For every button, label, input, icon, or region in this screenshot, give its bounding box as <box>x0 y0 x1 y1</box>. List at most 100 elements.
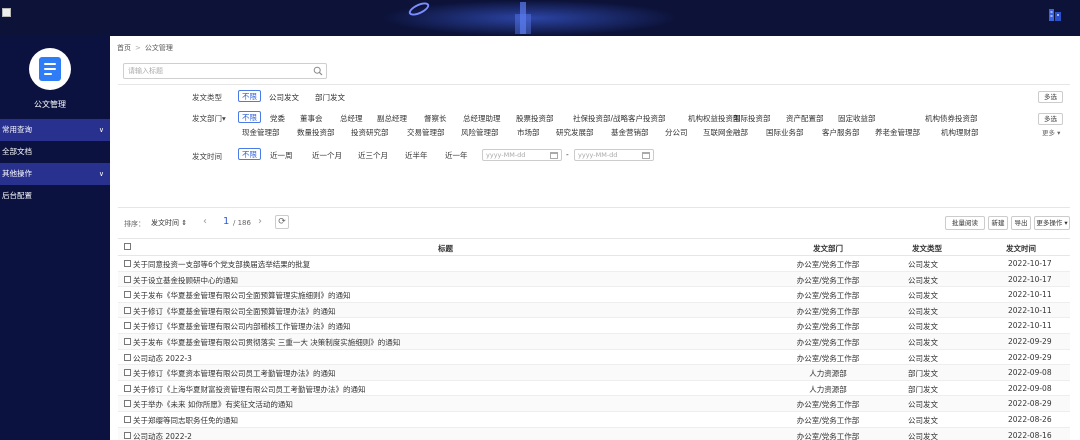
sidebar-item-1[interactable]: 全部文档 <box>0 141 110 163</box>
table-row[interactable]: 关于同意投资一支部等6个党支部换届选举结果的批复 办公室/党务工作部 公司发文 202… <box>118 256 1070 272</box>
row-checkbox[interactable] <box>124 369 131 377</box>
total-pages: / 186 <box>233 219 251 227</box>
dept-option[interactable]: 分公司 <box>665 127 688 138</box>
dept-option[interactable]: 国际业务部 <box>766 127 804 138</box>
table-row[interactable]: 关于发布《华夏基金管理有限公司贯彻落实 三重一大 决策制度实施细则》的通知 办公室… <box>118 333 1070 350</box>
table-row[interactable]: 关于修订《华夏资本管理有限公司员工考勤管理办法》的通知 人力资源部 部门发文 2022… <box>118 365 1070 381</box>
table-row[interactable]: 关于修订《华夏基金管理有限公司内部稽核工作管理办法》的通知 办公室/党务工作部 公司… <box>118 318 1070 334</box>
dept-option[interactable]: 数量投资部 <box>297 127 335 138</box>
search-input[interactable] <box>124 64 304 78</box>
doc-type-option[interactable]: 不限 <box>238 90 261 102</box>
dept-option[interactable]: 研究发展部 <box>556 127 594 138</box>
prev-page-button[interactable]: ‹ <box>203 216 207 227</box>
row-checkbox[interactable] <box>124 384 131 392</box>
dept-option[interactable]: 总经理助理 <box>463 113 501 124</box>
dept-option[interactable]: 社保投资部/战略客户投资部 <box>573 113 666 124</box>
table-row[interactable]: 关于举办《未来 如你所愿》有奖征文活动的通知 办公室/党务工作部 公司发文 2022-… <box>118 396 1070 412</box>
dept-option[interactable]: 总经理 <box>340 113 363 124</box>
current-page[interactable]: 1 <box>223 216 229 227</box>
row-checkbox[interactable] <box>124 306 131 314</box>
building-icon <box>1049 9 1061 21</box>
start-date-input[interactable]: yyyy-MM-dd <box>482 149 562 161</box>
row-title-link[interactable]: 公司动态 2022-2 <box>133 431 773 440</box>
row-checkbox[interactable] <box>124 400 131 408</box>
dept-option[interactable]: 风险管理部 <box>461 127 499 138</box>
time-option[interactable]: 近三个月 <box>358 150 388 161</box>
dept-option[interactable]: 董事会 <box>300 113 323 124</box>
dept-option[interactable]: 互联网金融部 <box>703 127 748 138</box>
export-button[interactable]: 导出 <box>1011 216 1031 230</box>
filter-dept-label[interactable]: 发文部门▾ <box>192 113 226 124</box>
sidebar-item-3[interactable]: 后台配置 <box>0 185 110 207</box>
list-toolbar: 排序： 发文时间 ⇕ ‹ 1 / 186 › ⟳ 批量阅读 新建 导出 更多操作… <box>118 213 1070 233</box>
doc-type-option[interactable]: 公司发文 <box>269 92 299 103</box>
new-button[interactable]: 新建 <box>988 216 1008 230</box>
table-row[interactable]: 关于修订《华夏基金管理有限公司全面预算管理办法》的通知 办公室/党务工作部 公司发文… <box>118 302 1070 319</box>
dept-option-all[interactable]: 不限 <box>238 111 261 123</box>
row-checkbox[interactable] <box>124 322 131 330</box>
row-checkbox[interactable] <box>124 353 131 361</box>
dept-option[interactable]: 养老金管理部 <box>875 127 920 138</box>
sidebar-item-0[interactable]: 常用查询 ∨ <box>0 119 110 141</box>
row-title-link[interactable]: 公司动态 2022-3 <box>133 353 773 364</box>
dept-option[interactable]: 督察长 <box>424 113 447 124</box>
dept-option[interactable]: 交易管理部 <box>407 127 445 138</box>
time-option[interactable]: 近一周 <box>270 150 293 161</box>
doc-type-multi-button[interactable]: 多选 <box>1038 91 1063 103</box>
select-all-checkbox[interactable] <box>124 243 131 250</box>
table-row[interactable]: 公司动态 2022-2 办公室/党务工作部 公司发文 2022-08-16 <box>118 427 1070 440</box>
row-title-link[interactable]: 关于修订《华夏基金管理有限公司全面预算管理办法》的通知 <box>133 306 773 317</box>
row-checkbox[interactable] <box>124 291 131 299</box>
dept-option[interactable]: 现金管理部 <box>242 127 280 138</box>
row-title-link[interactable]: 关于发布《华夏基金管理有限公司全面预算管理实施细则》的通知 <box>133 290 773 301</box>
doc-type-option[interactable]: 部门发文 <box>315 92 345 103</box>
dept-option[interactable]: 固定收益部 <box>838 113 876 124</box>
time-option[interactable]: 近半年 <box>405 150 428 161</box>
dept-more-toggle[interactable]: 更多 ▾ <box>1042 127 1060 137</box>
row-checkbox[interactable] <box>124 431 131 439</box>
search-icon[interactable] <box>313 66 323 76</box>
dept-option[interactable]: 机构债券投资部 <box>925 113 978 124</box>
row-checkbox[interactable] <box>124 260 131 267</box>
end-date-input[interactable]: yyyy-MM-dd <box>574 149 654 161</box>
table-row[interactable]: 关于郑缨等同志职务任免的通知 办公室/党务工作部 公司发文 2022-08-26 <box>118 412 1070 428</box>
time-option[interactable]: 近一个月 <box>312 150 342 161</box>
row-checkbox[interactable] <box>124 337 131 345</box>
row-title-link[interactable]: 关于设立基金投顾研中心的通知 <box>133 275 773 286</box>
breadcrumb-home[interactable]: 首页 <box>117 44 131 52</box>
row-title-link[interactable]: 关于修订《华夏资本管理有限公司员工考勤管理办法》的通知 <box>133 368 773 379</box>
table-row[interactable]: 关于发布《华夏基金管理有限公司全面预算管理实施细则》的通知 办公室/党务工作部 公司… <box>118 287 1070 303</box>
dept-option[interactable]: 投资研究部 <box>351 127 389 138</box>
dept-option[interactable]: 客户服务部 <box>822 127 860 138</box>
row-checkbox[interactable] <box>124 275 131 283</box>
row-title-link[interactable]: 关于修订《华夏基金管理有限公司内部稽核工作管理办法》的通知 <box>133 321 773 332</box>
table-row[interactable]: 关于设立基金投顾研中心的通知 办公室/党务工作部 公司发文 2022-10-17 <box>118 271 1070 288</box>
table-row[interactable]: 公司动态 2022-3 办公室/党务工作部 公司发文 2022-09-29 <box>118 350 1070 366</box>
row-type: 公司发文 <box>908 415 938 425</box>
time-option[interactable]: 不限 <box>238 148 261 160</box>
sidebar-item-2[interactable]: 其他操作 ∨ <box>0 163 110 185</box>
dept-option[interactable]: 资产配置部 <box>786 113 824 124</box>
row-title-link[interactable]: 关于举办《未来 如你所愿》有奖征文活动的通知 <box>133 399 773 410</box>
time-option[interactable]: 近一年 <box>445 150 468 161</box>
table-row[interactable]: 关于修订《上海华夏财富投资管理有限公司员工考勤管理办法》的通知 人力资源部 部门发文… <box>118 381 1070 397</box>
dept-option[interactable]: 市场部 <box>517 127 540 138</box>
dept-option[interactable]: 股票投资部 <box>516 113 554 124</box>
dept-multi-button[interactable]: 多选 <box>1038 113 1063 125</box>
next-page-button[interactable]: › <box>258 216 262 227</box>
row-title-link[interactable]: 关于修订《上海华夏财富投资管理有限公司员工考勤管理办法》的通知 <box>133 384 773 395</box>
dept-option[interactable]: 副总经理 <box>377 113 407 124</box>
row-title-link[interactable]: 关于同意投资一支部等6个党支部换届选举结果的批复 <box>133 259 773 270</box>
dept-option[interactable]: 基金营销部 <box>611 127 649 138</box>
sort-select[interactable]: 发文时间 ⇕ <box>151 218 187 228</box>
row-checkbox[interactable] <box>124 415 131 423</box>
dept-option[interactable]: 机构理财部 <box>941 127 979 138</box>
dept-option[interactable]: 国际投资部 <box>733 113 771 124</box>
row-dept: 办公室/党务工作部 <box>796 400 860 410</box>
row-title-link[interactable]: 关于发布《华夏基金管理有限公司贯彻落实 三重一大 决策制度实施细则》的通知 <box>133 337 773 348</box>
row-title-link[interactable]: 关于郑缨等同志职务任免的通知 <box>133 415 773 426</box>
refresh-icon[interactable]: ⟳ <box>275 215 289 229</box>
more-actions-button[interactable]: 更多操作 ▾ <box>1034 216 1070 230</box>
dept-option[interactable]: 党委 <box>270 113 285 124</box>
batch-read-button[interactable]: 批量阅读 <box>945 216 985 230</box>
